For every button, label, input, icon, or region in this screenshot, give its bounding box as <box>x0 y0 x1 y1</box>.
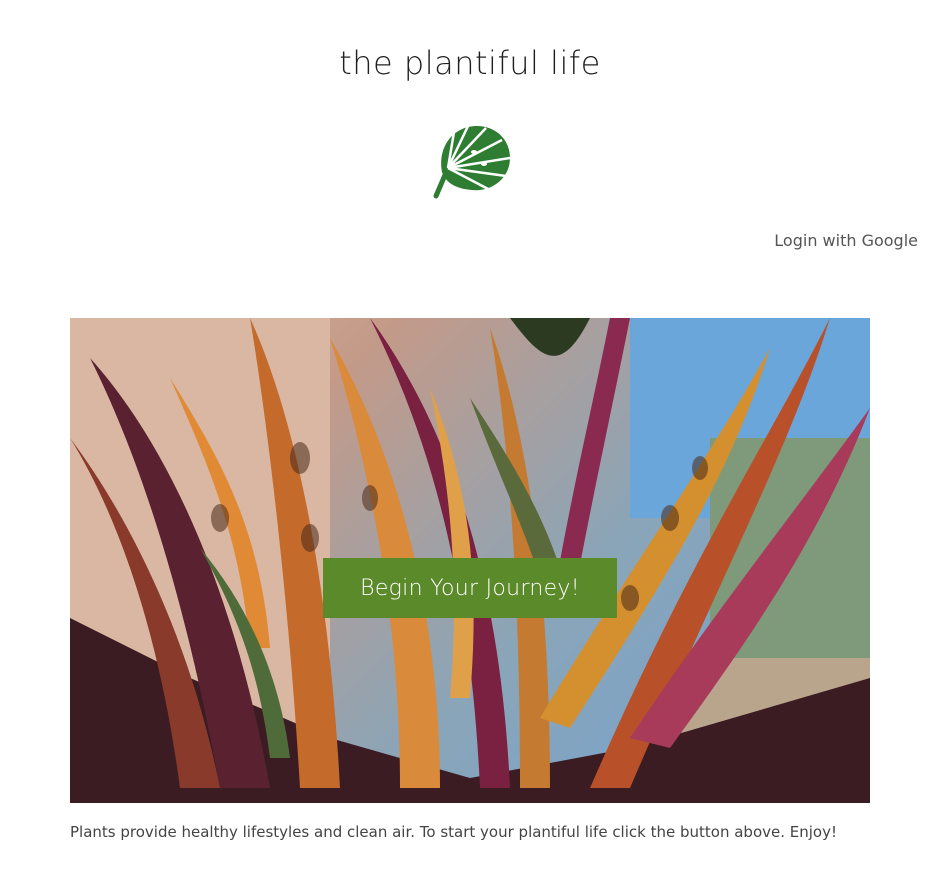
begin-journey-button[interactable]: Begin Your Journey! <box>323 558 617 618</box>
hero-image: Begin Your Journey! <box>70 318 870 803</box>
login-with-google-link[interactable]: Login with Google <box>774 231 918 250</box>
monstera-leaf-icon <box>428 122 514 202</box>
site-title: the plantiful life <box>339 44 601 82</box>
tagline: Plants provide healthy lifestyles and cl… <box>70 823 837 841</box>
